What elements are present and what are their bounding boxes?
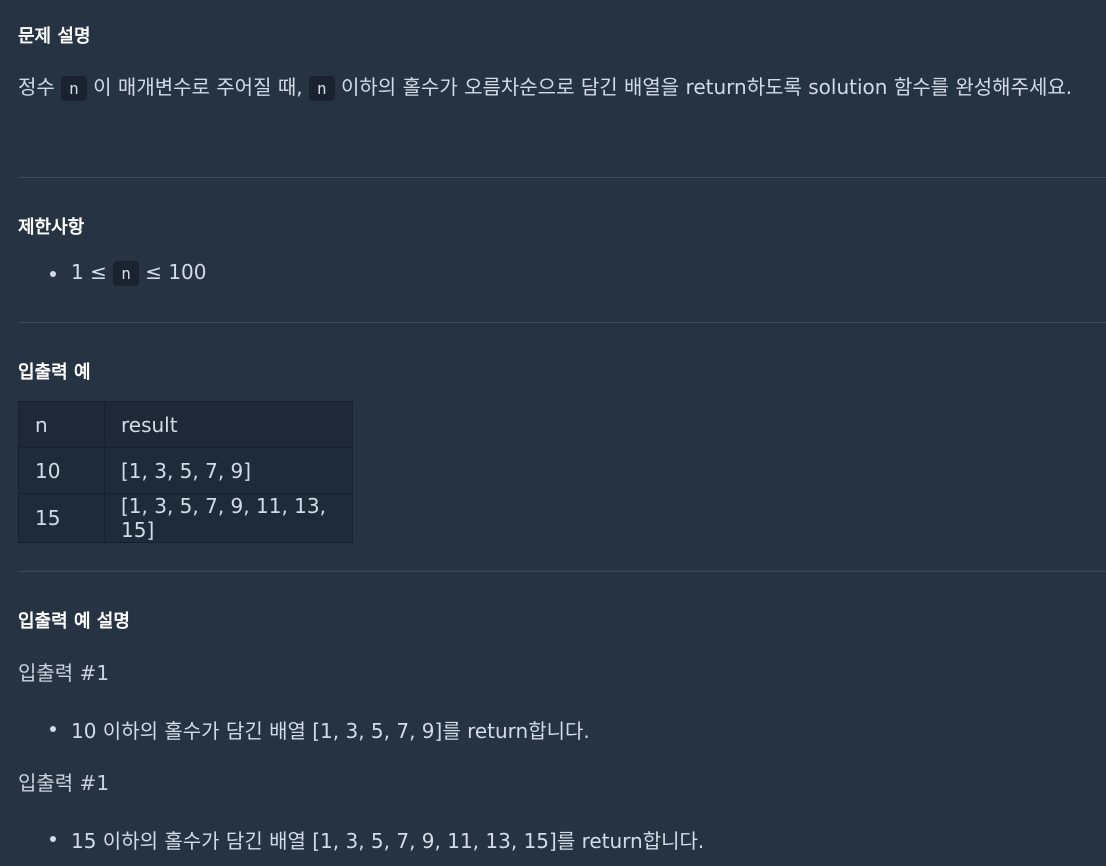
table-row: 15 [1, 3, 5, 7, 9, 11, 13, 15]: [18, 493, 353, 543]
divider: [18, 571, 1106, 572]
case-bullet-list: 15 이하의 홀수가 담긴 배열 [1, 3, 5, 7, 9, 11, 13,…: [18, 825, 1106, 854]
constraints-list-wrap: 1 ≤ n ≤ 100: [18, 260, 1106, 286]
divider: [18, 177, 1106, 178]
table-cell: [1, 3, 5, 7, 9]: [104, 447, 353, 494]
io-example-section: 입출력 예: [18, 358, 1106, 384]
description-section: 문제 설명: [18, 22, 1106, 48]
io-table-wrap: n result 10 [1, 3, 5, 7, 9] 15 [1, 3, 5,…: [18, 401, 1106, 543]
constraints-section: 제한사항: [18, 213, 1106, 239]
list-item: 15 이하의 홀수가 담긴 배열 [1, 3, 5, 7, 9, 11, 13,…: [18, 825, 1106, 854]
inline-code-n: n: [308, 76, 335, 101]
constraints-list: 1 ≤ n ≤ 100: [18, 260, 1106, 286]
io-explanation-section: 입출력 예 설명: [18, 607, 1106, 633]
problem-page: 문제 설명 정수 n 이 매개변수로 주어질 때, n 이하의 홀수가 오름차순…: [0, 0, 1106, 866]
column-header-n: n: [18, 401, 105, 448]
table-cell: 15: [18, 493, 105, 543]
io-table: n result 10 [1, 3, 5, 7, 9] 15 [1, 3, 5,…: [18, 401, 353, 543]
table-header-row: n result: [18, 401, 353, 448]
description-text-part1: 정수: [18, 75, 62, 99]
list-item: 1 ≤ n ≤ 100: [18, 260, 1106, 286]
table-cell: 10: [18, 447, 105, 494]
list-item: 10 이하의 홀수가 담긴 배열 [1, 3, 5, 7, 9]를 return…: [18, 715, 1106, 744]
description-text: 정수 n 이 매개변수로 주어질 때, n 이하의 홀수가 오름차순으로 담긴 …: [18, 68, 1106, 108]
divider: [18, 322, 1106, 323]
inline-code-n: n: [61, 76, 87, 101]
case-title: 입출력 #1: [18, 661, 110, 685]
case-bullet-wrap: 15 이하의 홀수가 담긴 배열 [1, 3, 5, 7, 9, 11, 13,…: [18, 825, 1106, 854]
io-explanation-heading: 입출력 예 설명: [18, 611, 130, 632]
constraint-suffix: ≤ 100: [138, 260, 207, 284]
constraint-prefix: 1 ≤: [71, 260, 114, 284]
description-text-part3: 이하의 홀수가 오름차순으로 담긴 배열을 return하도록 solution…: [334, 75, 1073, 99]
io-example-heading: 입출력 예: [18, 362, 91, 383]
constraints-heading: 제한사항: [18, 217, 85, 238]
table-row: 10 [1, 3, 5, 7, 9]: [18, 447, 353, 494]
column-header-result: result: [104, 401, 353, 448]
description-heading: 문제 설명: [18, 26, 91, 47]
inline-code-n: n: [113, 261, 139, 286]
table-cell: [1, 3, 5, 7, 9, 11, 13, 15]: [104, 493, 353, 543]
description-text-part2: 이 매개변수로 주어질 때,: [86, 75, 309, 99]
case-bullet-wrap: 10 이하의 홀수가 담긴 배열 [1, 3, 5, 7, 9]를 return…: [18, 715, 1106, 744]
case-title: 입출력 #1: [18, 771, 110, 795]
case-bullet-list: 10 이하의 홀수가 담긴 배열 [1, 3, 5, 7, 9]를 return…: [18, 715, 1106, 744]
